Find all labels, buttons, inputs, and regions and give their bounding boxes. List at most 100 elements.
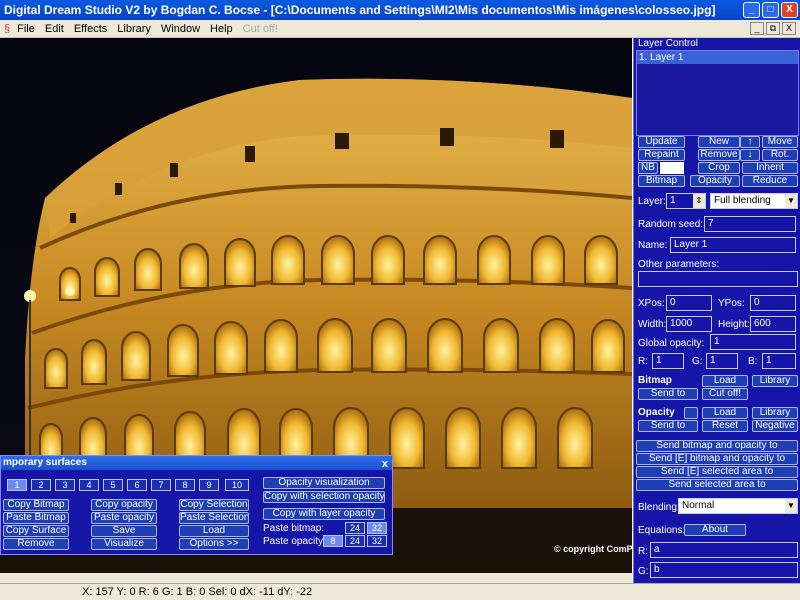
r-input[interactable]: 1 <box>652 353 684 369</box>
about-button[interactable]: About <box>684 524 746 536</box>
new-layer-button[interactable]: New <box>698 136 740 148</box>
menu-window[interactable]: Window <box>156 23 205 35</box>
app-icon[interactable]: § <box>2 23 12 35</box>
move-layer-up-button[interactable]: ↑ <box>740 136 760 148</box>
bitmap-cut-off-button[interactable]: Cut off! <box>702 388 748 400</box>
send-e-bitmap-opacity-button[interactable]: Send [E] bitmap and opacity to <box>636 453 798 465</box>
chevron-down-icon[interactable]: ▼ <box>785 499 797 513</box>
mdi-restore-button[interactable]: ⧉ <box>766 22 780 35</box>
close-icon[interactable]: x <box>382 457 388 471</box>
bitmap-library-button[interactable]: Library <box>752 375 798 387</box>
layer-list-item[interactable]: 1. Layer 1 <box>637 51 798 64</box>
load-surface-button[interactable]: Load <box>179 525 249 537</box>
menu-file[interactable]: File <box>12 23 40 35</box>
width-input[interactable]: 1000 <box>666 316 712 332</box>
menu-library[interactable]: Library <box>112 23 156 35</box>
copy-surface-button[interactable]: Copy Surface <box>3 525 69 537</box>
menu-effects[interactable]: Effects <box>69 23 112 35</box>
send-e-selected-area-button[interactable]: Send [E] selected area to <box>636 466 798 478</box>
nb-button[interactable]: NB <box>638 162 658 174</box>
chevron-down-icon[interactable]: ▼ <box>785 194 797 208</box>
blending-select[interactable]: Normal ▼ <box>678 498 798 514</box>
layer-color-swatch[interactable] <box>660 162 684 174</box>
height-input[interactable]: 600 <box>750 316 796 332</box>
save-surface-button[interactable]: Save <box>91 525 157 537</box>
b-input[interactable]: 1 <box>762 353 796 369</box>
surface-slot-5[interactable]: 5 <box>103 479 123 491</box>
reduce-button[interactable]: Reduce <box>742 175 798 187</box>
move-button[interactable]: Move <box>762 136 798 148</box>
menu-help[interactable]: Help <box>205 23 238 35</box>
surface-slot-2[interactable]: 2 <box>31 479 51 491</box>
opacity-negative-button[interactable]: Negative <box>752 420 798 432</box>
send-bitmap-opacity-button[interactable]: Send bitmap and opacity to <box>636 440 798 452</box>
horizontal-scrollbar[interactable] <box>0 573 632 583</box>
options-button[interactable]: Options >> <box>179 538 249 550</box>
temporary-surfaces-title[interactable]: mporary surfaces x <box>1 456 392 470</box>
paste-selection-button[interactable]: Paste Selection <box>179 512 249 524</box>
bitmap-button[interactable]: Bitmap <box>638 175 685 187</box>
opacity-visualization-button[interactable]: Opacity visualization <box>263 477 385 489</box>
paste-bitmap-button[interactable]: Paste Bitmap <box>3 512 69 524</box>
opacity-button[interactable]: Opacity <box>690 175 740 187</box>
crop-button[interactable]: Crop <box>698 162 740 174</box>
visualize-button[interactable]: Visualize <box>91 538 157 550</box>
maximize-button[interactable]: □ <box>762 2 779 18</box>
close-button[interactable]: X <box>781 2 798 18</box>
surface-slot-3[interactable]: 3 <box>55 479 75 491</box>
opacity-library-button[interactable]: Library <box>752 407 798 419</box>
g-input[interactable]: 1 <box>706 353 738 369</box>
layer-list[interactable]: 1. Layer 1 <box>636 50 799 136</box>
layer-number-input[interactable]: 1 ⇕ <box>666 193 706 209</box>
paste-bitmap-32-button[interactable]: 32 <box>367 522 387 534</box>
copy-with-layer-opacity-button[interactable]: Copy with layer opacity <box>263 508 385 520</box>
remove-layer-button[interactable]: Remove <box>698 149 740 161</box>
ypos-input[interactable]: 0 <box>750 295 796 311</box>
random-seed-input[interactable]: 7 <box>704 216 796 232</box>
layer-name-input[interactable]: Layer 1 <box>670 237 796 253</box>
surface-slot-8[interactable]: 8 <box>175 479 195 491</box>
eq-r-input[interactable]: a <box>650 542 798 558</box>
rotate-button[interactable]: Rot. <box>762 149 798 161</box>
paste-opacity-24-button[interactable]: 24 <box>345 535 365 547</box>
opacity-color-button[interactable] <box>684 407 698 419</box>
paste-opacity-button[interactable]: Paste opacity <box>91 512 157 524</box>
surface-slot-10[interactable]: 10 <box>225 479 249 491</box>
xpos-input[interactable]: 0 <box>666 295 712 311</box>
opacity-load-button[interactable]: Load <box>702 407 748 419</box>
move-layer-down-button[interactable]: ↓ <box>740 149 760 161</box>
copy-selection-button[interactable]: Copy Selection <box>179 499 249 511</box>
update-button[interactable]: Update <box>638 136 685 148</box>
paste-opacity-32-button[interactable]: 32 <box>367 535 387 547</box>
width-label: Width: <box>638 319 667 330</box>
opacity-reset-button[interactable]: Reset <box>702 420 748 432</box>
opacity-send-to-button[interactable]: Send to <box>638 420 698 432</box>
menu-bar: § File Edit Effects Library Window Help … <box>0 20 800 38</box>
remove-surface-button[interactable]: Remove <box>3 538 69 550</box>
copy-opacity-button[interactable]: Copy opacity <box>91 499 157 511</box>
eq-g-input[interactable]: b <box>650 562 798 578</box>
minimize-button[interactable]: _ <box>743 2 760 18</box>
surface-slot-9[interactable]: 9 <box>199 479 219 491</box>
bitmap-load-button[interactable]: Load <box>702 375 748 387</box>
paste-opacity-8-button[interactable]: 8 <box>323 535 343 547</box>
bitmap-send-to-button[interactable]: Send to <box>638 388 698 400</box>
mdi-close-button[interactable]: X <box>782 22 796 35</box>
surface-slot-6[interactable]: 6 <box>127 479 147 491</box>
global-opacity-input[interactable]: 1 <box>710 334 796 350</box>
repaint-button[interactable]: Repaint <box>638 149 685 161</box>
ypos-label: YPos: <box>718 298 745 309</box>
copy-bitmap-button[interactable]: Copy Bitmap <box>3 499 69 511</box>
spin-arrows-icon[interactable]: ⇕ <box>693 194 705 208</box>
mdi-minimize-button[interactable]: _ <box>750 22 764 35</box>
menu-edit[interactable]: Edit <box>40 23 69 35</box>
send-selected-area-button[interactable]: Send selected area to <box>636 479 798 491</box>
inherit-button[interactable]: Inherit <box>742 162 798 174</box>
copy-with-selection-opacity-button[interactable]: Copy with selection opacity <box>263 491 385 503</box>
surface-slot-7[interactable]: 7 <box>151 479 171 491</box>
other-parameters-input[interactable] <box>638 271 798 287</box>
surface-slot-4[interactable]: 4 <box>79 479 99 491</box>
paste-bitmap-24-button[interactable]: 24 <box>345 522 365 534</box>
blend-mode-select[interactable]: Full blending ▼ <box>710 193 798 209</box>
surface-slot-1[interactable]: 1 <box>7 479 27 491</box>
